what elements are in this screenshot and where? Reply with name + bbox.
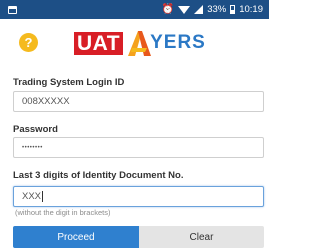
help-icon[interactable]: ?: [19, 33, 38, 52]
password-label: Password: [13, 124, 58, 135]
logo-brand-text: YERS: [150, 32, 206, 53]
logo-uat-text: UAT: [74, 31, 124, 55]
password-input[interactable]: ••••••••: [13, 137, 264, 158]
login-id-label: Trading System Login ID: [13, 77, 125, 88]
logo-a-mark-icon: [128, 31, 152, 56]
login-id-input[interactable]: 008XXXXX: [13, 91, 264, 112]
app-header: ? UAT YERS: [0, 19, 269, 67]
battery-icon: [230, 5, 236, 14]
id-digits-hint: (without the digit in brackets): [15, 208, 111, 217]
clear-button[interactable]: Clear: [139, 226, 264, 248]
proceed-button[interactable]: Proceed: [13, 226, 139, 248]
text-caret: [42, 191, 44, 202]
status-time: 10:19: [239, 4, 263, 15]
id-digits-value: XXX: [22, 191, 42, 202]
signal-icon: [194, 5, 204, 14]
status-left: [8, 5, 17, 14]
login-id-value: 008XXXXX: [22, 96, 70, 107]
notification-app-icon: [8, 5, 17, 14]
brand-logo: UAT YERS: [74, 29, 206, 57]
status-right: ⏰ 33% 10:19: [162, 4, 263, 15]
id-digits-label: Last 3 digits of Identity Document No.: [13, 170, 184, 181]
password-value: ••••••••: [22, 144, 43, 151]
status-bar: ⏰ 33% 10:19: [0, 0, 269, 19]
id-digits-input[interactable]: XXX: [13, 186, 264, 207]
battery-percent: 33%: [207, 4, 227, 15]
alarm-icon: ⏰: [161, 3, 175, 15]
wifi-icon: [178, 5, 191, 14]
